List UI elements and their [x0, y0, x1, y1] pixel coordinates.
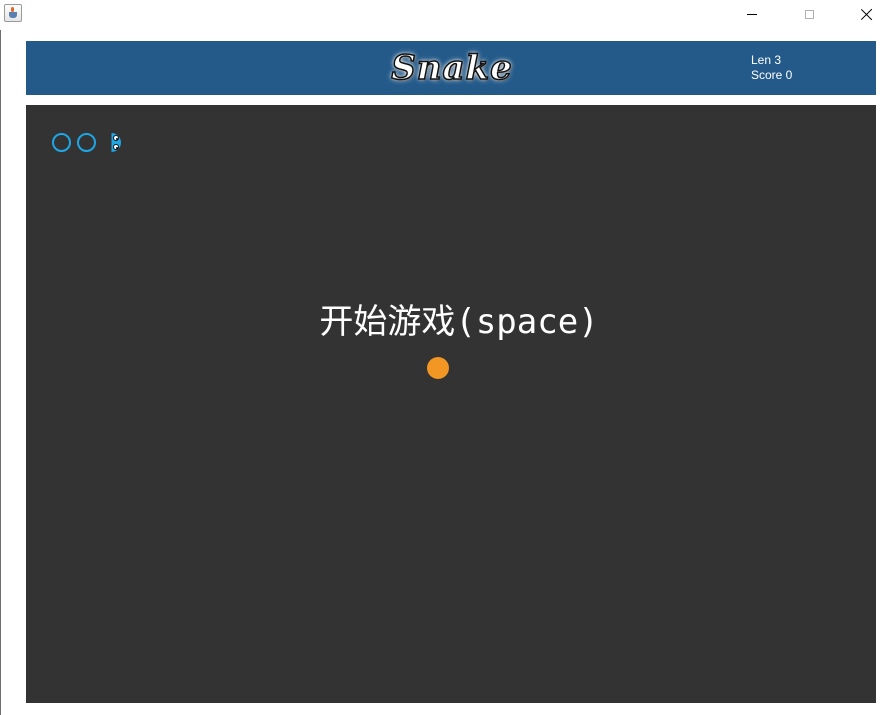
game-logo: Snake — [26, 41, 876, 95]
snake-body-segment — [77, 133, 96, 152]
minimize-button[interactable] — [730, 0, 774, 28]
score-readout: Score 0 — [751, 68, 793, 82]
game-board[interactable]: 开始游戏(space) — [26, 105, 876, 703]
snake-head-icon — [101, 133, 121, 152]
maximize-button[interactable] — [787, 0, 831, 28]
game-window: Snake Len 3 Score 0 开始游戏(space) — [0, 0, 892, 715]
snake-eye — [113, 135, 119, 141]
minimize-icon — [747, 13, 757, 15]
window-border — [0, 0, 1, 715]
java-cup-icon[interactable] — [4, 4, 22, 22]
food-pellet — [427, 357, 449, 379]
close-icon — [861, 8, 873, 20]
game-title: Snake — [391, 47, 513, 89]
maximize-icon — [804, 9, 814, 19]
start-game-prompt: 开始游戏(space) — [319, 302, 599, 342]
game-header: Snake Len 3 Score 0 — [26, 41, 876, 95]
snake-body-segment — [52, 133, 71, 152]
stats-panel: Len 3 Score 0 — [751, 53, 792, 83]
snake-eye — [113, 144, 119, 150]
length-readout: Len 3 — [751, 53, 782, 67]
snake-head — [100, 131, 123, 154]
close-button[interactable] — [845, 0, 889, 28]
title-bar[interactable] — [0, 0, 892, 30]
